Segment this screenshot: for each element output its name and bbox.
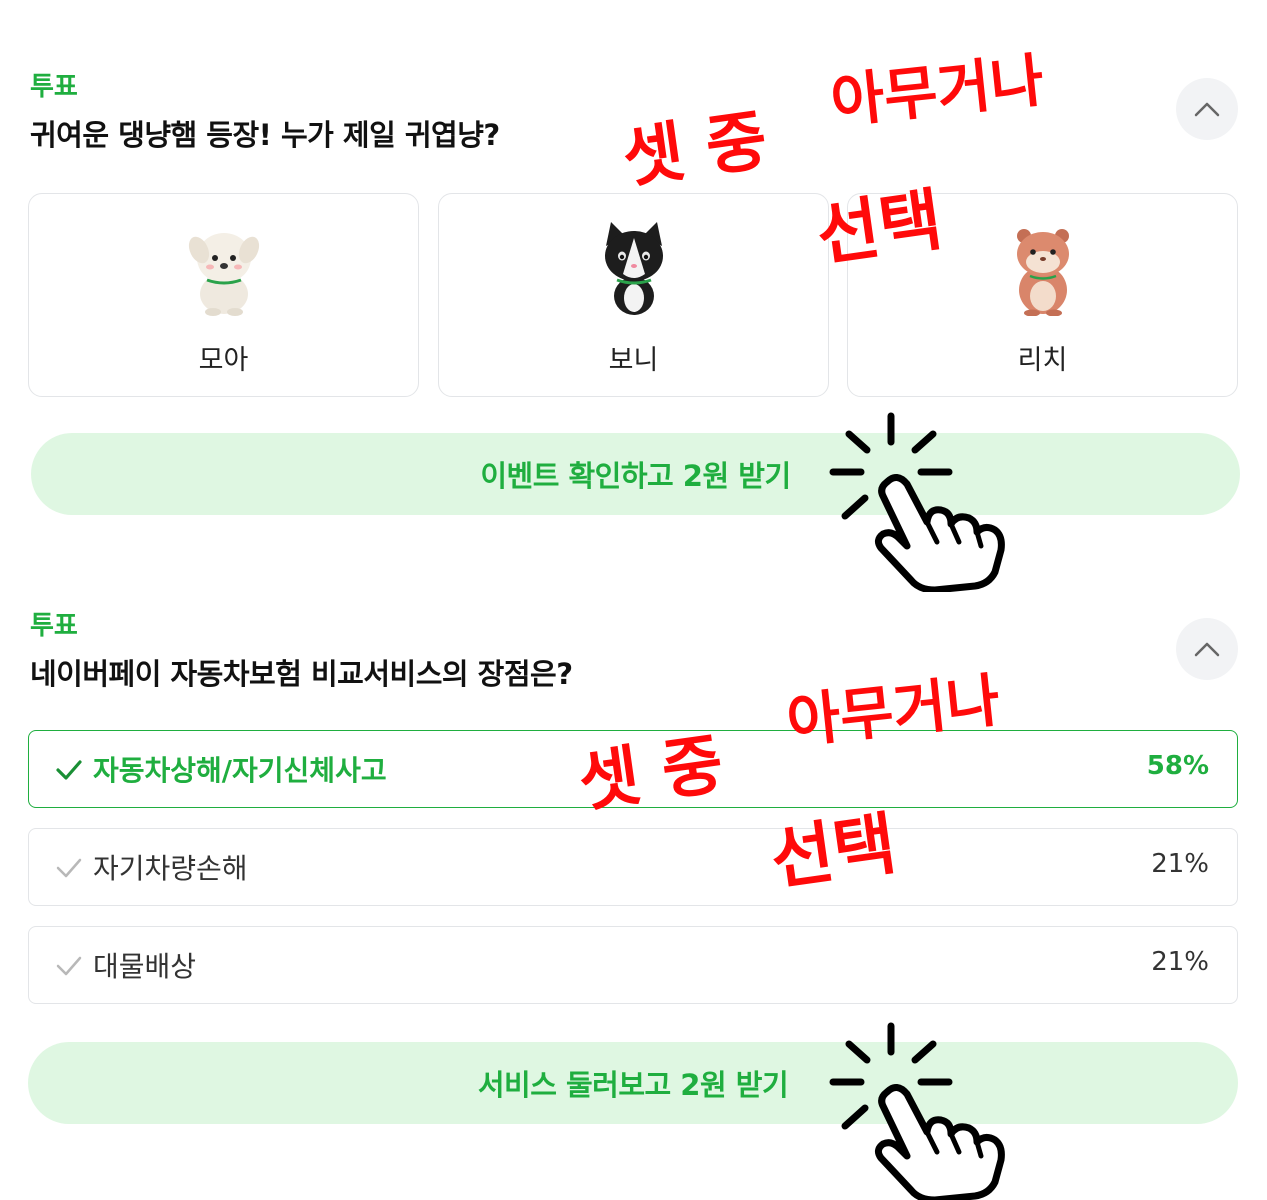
collapse-button[interactable]: [1176, 78, 1238, 140]
checkmark-icon: [56, 760, 82, 780]
cta-label: 서비스 둘러보고 2원 받기: [477, 1068, 789, 1102]
choice-cards: 모아 보니 리치: [28, 193, 1238, 397]
poll-option[interactable]: 자기차량손해 21%: [28, 828, 1238, 906]
choice-name: 보니: [608, 345, 659, 376]
poll-tag: 투표: [30, 72, 78, 102]
option-label: 자동차상해/자기신체사고: [93, 754, 387, 787]
hamster-icon: [1016, 229, 1069, 316]
choice-card-rich[interactable]: 리치: [847, 193, 1238, 397]
poll-question: 귀여운 댕냥햄 등장! 누가 제일 귀엽냥?: [30, 118, 500, 152]
poll-option[interactable]: 자동차상해/자기신체사고 58%: [28, 730, 1238, 808]
service-cta-button[interactable]: 서비스 둘러보고 2원 받기: [28, 1042, 1238, 1124]
choice-name: 모아: [198, 345, 249, 376]
poll-question: 네이버페이 자동차보험 비교서비스의 장점은?: [30, 657, 573, 691]
poll-option[interactable]: 대물배상 21%: [28, 926, 1238, 1004]
cta-label: 이벤트 확인하고 2원 받기: [480, 459, 791, 493]
option-label: 자기차량손해: [93, 852, 248, 885]
choice-card-boni[interactable]: 보니: [438, 193, 829, 397]
option-label: 대물배상: [93, 950, 197, 983]
choice-card-moa[interactable]: 모아: [28, 193, 419, 397]
annotation-text: 셋 중: [618, 101, 772, 198]
checkmark-icon: [56, 956, 82, 976]
cat-icon: [604, 222, 663, 315]
annotation-text: 아무거나: [827, 46, 1047, 136]
collapse-button[interactable]: [1176, 618, 1238, 680]
poll-tag: 투표: [30, 611, 78, 641]
puppy-icon: [188, 233, 259, 316]
choice-name: 리치: [1017, 345, 1068, 376]
option-percent: 21%: [1151, 947, 1209, 977]
checkmark-icon: [56, 858, 82, 878]
option-percent: 58%: [1146, 751, 1209, 781]
chevron-up-icon: [1194, 102, 1220, 117]
chevron-up-icon: [1194, 642, 1220, 657]
option-percent: 21%: [1151, 849, 1209, 879]
event-cta-button[interactable]: 이벤트 확인하고 2원 받기: [31, 433, 1240, 515]
